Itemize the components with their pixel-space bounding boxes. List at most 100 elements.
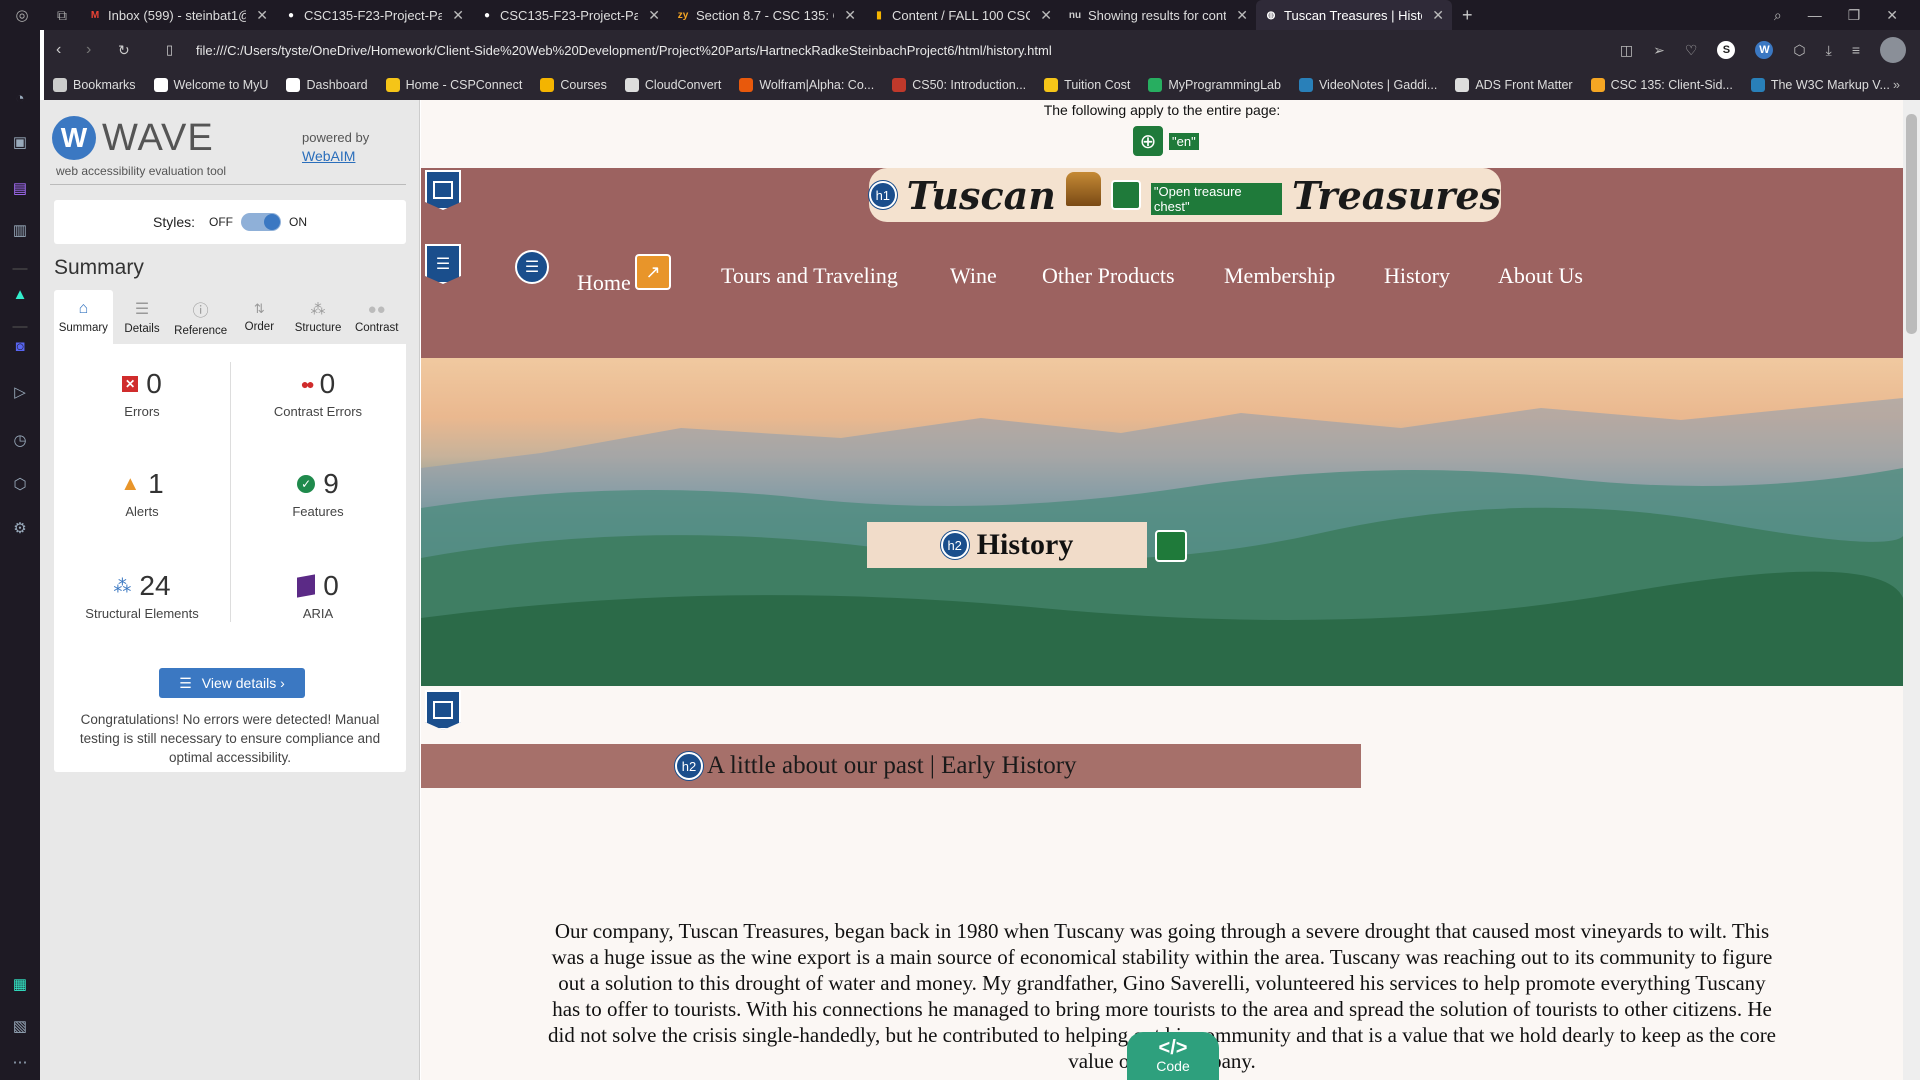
close-tab-icon[interactable]: ✕	[256, 7, 268, 24]
wave-logo: W WAVE	[52, 116, 214, 160]
discord-icon[interactable]: ◙	[10, 336, 30, 356]
view-details-button[interactable]: ☰ View details ›	[159, 668, 305, 698]
wallet-icon[interactable]: ▥	[10, 220, 30, 240]
download-icon[interactable]: ⤓	[1826, 42, 1832, 59]
close-tab-icon[interactable]: ✕	[648, 7, 660, 24]
minimize-icon[interactable]: —	[1808, 7, 1822, 23]
aria-stat[interactable]: 0 ARIA	[230, 570, 406, 621]
tab-contrast[interactable]: ●● Contrast	[347, 290, 406, 344]
bookmark-item[interactable]: ADS Front Matter	[1446, 78, 1581, 92]
language-icon[interactable]: ⊕	[1133, 126, 1163, 156]
image-feature-icon[interactable]	[1155, 530, 1187, 562]
bookmark-item[interactable]: Wolfram|Alpha: Co...	[730, 78, 883, 92]
tab-details[interactable]: ☰ Details	[113, 290, 172, 344]
more-icon[interactable]: ⋯	[10, 1052, 30, 1072]
cube-icon[interactable]: ⬡	[1793, 42, 1805, 59]
alt-text-icon[interactable]	[1111, 180, 1141, 210]
menu-icon[interactable]: ≡	[1852, 42, 1860, 58]
errors-stat[interactable]: ✕ 0 Errors	[54, 368, 230, 419]
address-field[interactable]: file:///C:/Users/tyste/OneDrive/Homework…	[196, 30, 1052, 70]
nav-home[interactable]: Home	[577, 270, 631, 296]
browser-tab[interactable]: ● CSC135-F23-Project-Part6 ✕	[472, 0, 668, 30]
twitch-icon[interactable]: ▤	[10, 178, 30, 198]
reload-icon[interactable]: ↻	[118, 42, 130, 59]
browser-tab[interactable]: zy Section 8.7 - CSC 135: Clien ✕	[668, 0, 864, 30]
browser-tab[interactable]: ◍ Tuscan Treasures | History ✕	[1256, 0, 1452, 30]
bookmark-item[interactable]: Dashboard	[277, 78, 376, 92]
webaim-link[interactable]: WebAIM	[302, 148, 355, 164]
back-icon[interactable]: ‹	[56, 41, 61, 59]
aria-icon[interactable]: ▲	[10, 284, 30, 304]
workspace-icon[interactable]: ◎	[0, 0, 44, 30]
section-title-bar: h2 A little about our past | Early Histo…	[421, 744, 1361, 788]
h2-badge[interactable]: h2	[940, 531, 969, 559]
screenshot-icon[interactable]: ▧	[10, 1016, 30, 1036]
close-tab-icon[interactable]: ✕	[1236, 7, 1248, 24]
bookmark-item[interactable]: CSC 135: Client-Sid...	[1582, 78, 1742, 92]
cube-icon[interactable]: ⬡	[10, 474, 30, 494]
tab-order[interactable]: ⇅ Order	[230, 290, 289, 344]
restore-icon[interactable]: ❐	[1848, 7, 1861, 24]
landmark-main-icon[interactable]	[425, 690, 461, 730]
structural-count: 24	[139, 570, 171, 601]
bookmark-item[interactable]: Courses	[531, 78, 616, 92]
close-tab-icon[interactable]: ✕	[844, 7, 856, 24]
bookmark-item[interactable]: The W3C Markup V...	[1742, 78, 1899, 92]
wave-extension-icon[interactable]: W	[1755, 41, 1774, 59]
close-window-icon[interactable]: ✕	[1886, 7, 1898, 24]
browser-tab[interactable]: ● CSC135-F23-Project-Part5 ✕	[276, 0, 472, 30]
list-badge-icon[interactable]: ☰	[515, 250, 549, 284]
shopping-icon[interactable]: ▣	[10, 132, 30, 152]
alerts-stat[interactable]: ▲ 1 Alerts	[54, 468, 230, 519]
structural-elements-stat[interactable]: ⁂ 24 Structural Elements	[54, 570, 230, 621]
bookmark-item[interactable]: CloudConvert	[616, 78, 730, 92]
bookmark-item[interactable]: VideoNotes | Gaddi...	[1290, 78, 1446, 92]
search-tabs-icon[interactable]: ⌕	[1774, 7, 1782, 24]
settings-icon[interactable]: ⚙	[10, 518, 30, 538]
bookmark-item[interactable]: Home - CSPConnect	[377, 78, 532, 92]
tab-reference[interactable]: ⓘ Reference	[171, 290, 230, 344]
chevron-right-icon[interactable]: »	[1893, 78, 1900, 92]
browser-tab[interactable]: ▮ Content / FALL 100 CSC 13 ✕	[864, 0, 1060, 30]
nav-about-us[interactable]: About Us	[1498, 263, 1583, 289]
extension-icon[interactable]: ▦	[10, 974, 30, 994]
player-icon[interactable]: ▷	[10, 382, 30, 402]
heart-icon[interactable]: ♡	[1685, 42, 1698, 59]
landmark-nav-icon[interactable]: ☰	[425, 244, 461, 284]
close-tab-icon[interactable]: ✕	[452, 7, 464, 24]
tab-summary[interactable]: ⌂ Summary	[54, 290, 113, 344]
browser-tab[interactable]: nu Showing results for conten ✕	[1060, 0, 1256, 30]
bookmark-item[interactable]: Welcome to MyU	[145, 78, 278, 92]
tab-actions-icon[interactable]: ⧉	[44, 0, 80, 30]
bookmark-item[interactable]: Tuition Cost	[1035, 78, 1139, 92]
h2-badge[interactable]: h2	[675, 752, 703, 780]
send-icon[interactable]: ➢	[1653, 42, 1665, 59]
extension-s-icon[interactable]: S	[1717, 41, 1736, 59]
browser-tab[interactable]: M Inbox (599) - steinbat1@cs ✕	[80, 0, 276, 30]
close-tab-icon[interactable]: ✕	[1432, 7, 1444, 24]
close-tab-icon[interactable]: ✕	[1040, 7, 1052, 24]
avatar[interactable]	[1880, 37, 1906, 63]
tab-structure[interactable]: ⁂ Structure	[289, 290, 348, 344]
performance-icon[interactable]: ◔	[10, 88, 30, 108]
bookmark-item[interactable]: Bookmarks	[44, 78, 145, 92]
forward-icon[interactable]: ›	[86, 41, 91, 59]
code-toggle-button[interactable]: </> Code	[1127, 1032, 1219, 1080]
camera-icon[interactable]: ◫	[1620, 42, 1633, 59]
nav-history[interactable]: History	[1384, 263, 1450, 289]
bookmark-item[interactable]: MyProgrammingLab	[1139, 78, 1290, 92]
new-tab-button[interactable]: +	[1452, 5, 1483, 26]
contrast-errors-stat[interactable]: ●● 0 Contrast Errors	[230, 368, 406, 419]
nav-other-products[interactable]: Other Products	[1042, 263, 1175, 289]
nav-tours[interactable]: Tours and Traveling	[721, 263, 898, 289]
features-stat[interactable]: ✓ 9 Features	[230, 468, 406, 519]
nav-wine[interactable]: Wine	[950, 263, 997, 289]
redundant-link-alert-icon[interactable]: ↗	[635, 254, 671, 290]
page-scrollbar[interactable]	[1903, 100, 1920, 1080]
bookmark-item[interactable]: CS50: Introduction...	[883, 78, 1035, 92]
h1-badge[interactable]: h1	[869, 181, 897, 209]
landmark-header-icon[interactable]	[425, 170, 461, 210]
history-icon[interactable]: ◷	[10, 430, 30, 450]
nav-membership[interactable]: Membership	[1224, 263, 1335, 289]
styles-toggle[interactable]	[241, 213, 281, 231]
